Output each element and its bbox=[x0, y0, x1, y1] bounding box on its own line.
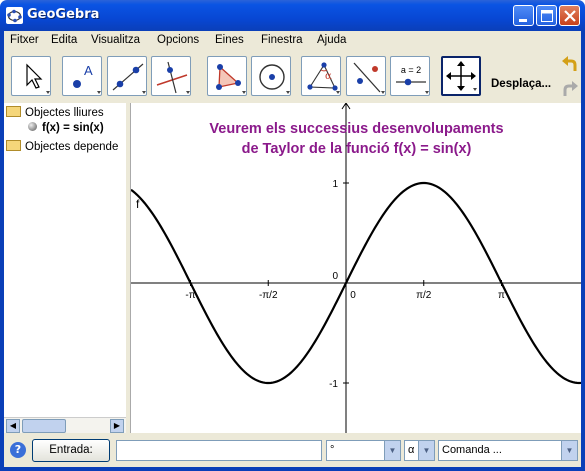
window-title: GeoGebra bbox=[27, 7, 100, 22]
arrow-pointer-icon bbox=[26, 63, 50, 94]
caption-line-1: Veurem els successius desenvolupaments bbox=[209, 121, 504, 137]
perpendicular-line-icon bbox=[156, 61, 190, 94]
menu-edit[interactable]: Edita bbox=[51, 34, 77, 46]
reflect-tool-button[interactable] bbox=[346, 56, 386, 96]
svg-text:A: A bbox=[84, 63, 93, 78]
slider-icon: a = 2 bbox=[396, 65, 429, 94]
input-label-button[interactable]: Entrada: bbox=[32, 439, 110, 462]
angle-icon: α bbox=[307, 62, 340, 94]
folder-icon bbox=[6, 106, 21, 117]
point-icon: A bbox=[73, 63, 101, 94]
input-bar: ? Entrada: ° ▼ α ▼ Comanda ... ▼ bbox=[0, 433, 585, 471]
menu-window[interactable]: Finestra bbox=[261, 34, 303, 46]
polygon-icon bbox=[216, 64, 246, 94]
x-tick-label: π/2 bbox=[416, 290, 432, 301]
redo-arrow-icon bbox=[563, 81, 578, 96]
move-tool-button[interactable] bbox=[11, 56, 51, 96]
curve-label: f bbox=[136, 197, 140, 211]
svg-text:a = 2: a = 2 bbox=[401, 65, 421, 75]
redo-button[interactable] bbox=[560, 81, 580, 99]
angle-tool-button[interactable]: α bbox=[301, 56, 341, 96]
y-tick-label: -1 bbox=[329, 379, 338, 390]
graphics-view[interactable]: -π -π/2 0 π/2 π 1 0 -1 f Veurem els successius … bbox=[130, 103, 581, 433]
geogebra-app-icon bbox=[6, 7, 23, 24]
move-graphics-view-tool-button[interactable] bbox=[441, 56, 481, 96]
line-through-points-icon bbox=[112, 63, 146, 94]
y-tick-label: 1 bbox=[332, 179, 338, 190]
caption-line-2: de Taylor de la funció f(x) = sin(x) bbox=[241, 141, 472, 157]
point-tool-button[interactable]: A bbox=[62, 56, 102, 96]
minimize-button[interactable] bbox=[513, 5, 534, 26]
menu-tools[interactable]: Eines bbox=[215, 34, 244, 46]
chevron-down-icon[interactable]: ▼ bbox=[561, 441, 577, 460]
x-tick-label: -π/2 bbox=[259, 290, 278, 301]
main-area: Objectes lliures f(x) = sin(x) Objectes … bbox=[0, 103, 585, 433]
title-bar[interactable]: GeoGebra bbox=[0, 0, 585, 31]
x-tick-label: π bbox=[498, 290, 505, 301]
current-mode-label: Desplaça... bbox=[491, 78, 552, 90]
line-tool-button[interactable] bbox=[107, 56, 147, 96]
scroll-left-icon[interactable]: ◀ bbox=[6, 419, 20, 433]
menu-bar: Fitxer Edita Visualitza Opcions Eines Fi… bbox=[0, 31, 585, 51]
algebra-horizontal-scrollbar[interactable]: ◀ ▶ bbox=[4, 417, 126, 433]
command-dropdown[interactable]: Comanda ... ▼ bbox=[438, 440, 578, 461]
algebra-view: Objectes lliures f(x) = sin(x) Objectes … bbox=[4, 103, 126, 417]
circle-icon bbox=[259, 64, 290, 94]
slider-tool-button[interactable]: a = 2 bbox=[390, 56, 430, 96]
chevron-down-icon[interactable]: ▼ bbox=[384, 441, 400, 460]
close-button[interactable] bbox=[559, 5, 580, 26]
svg-text:α: α bbox=[325, 71, 332, 82]
free-objects-folder[interactable]: Objectes lliures bbox=[6, 106, 104, 119]
help-icon[interactable]: ? bbox=[10, 442, 26, 458]
scroll-thumb[interactable] bbox=[22, 419, 66, 433]
reflect-about-line-icon bbox=[353, 62, 385, 94]
dependent-objects-folder[interactable]: Objectes depende bbox=[6, 140, 118, 153]
toolbar: A α a = 2 Desplaça... bbox=[0, 51, 585, 103]
menu-options[interactable]: Opcions bbox=[157, 34, 199, 46]
undo-button[interactable] bbox=[560, 56, 580, 74]
chevron-down-icon[interactable]: ▼ bbox=[418, 441, 434, 460]
perpendicular-tool-button[interactable] bbox=[151, 56, 191, 96]
greek-letter-dropdown[interactable]: α ▼ bbox=[404, 440, 435, 461]
maximize-button[interactable] bbox=[536, 5, 557, 26]
object-visibility-icon[interactable] bbox=[28, 122, 37, 131]
function-entry[interactable]: f(x) = sin(x) bbox=[28, 122, 104, 134]
folder-icon bbox=[6, 140, 21, 151]
circle-tool-button[interactable] bbox=[251, 56, 291, 96]
menu-view[interactable]: Visualitza bbox=[91, 34, 140, 46]
y-tick-label: 0 bbox=[332, 271, 338, 282]
move-cross-arrows-icon bbox=[446, 61, 477, 91]
menu-file[interactable]: Fitxer bbox=[10, 34, 39, 46]
x-tick-label: 0 bbox=[350, 290, 356, 301]
input-field[interactable] bbox=[116, 440, 322, 461]
scroll-right-icon[interactable]: ▶ bbox=[110, 419, 124, 433]
polygon-tool-button[interactable] bbox=[207, 56, 247, 96]
undo-arrow-icon bbox=[562, 56, 577, 71]
symbol-dropdown[interactable]: ° ▼ bbox=[326, 440, 401, 461]
menu-help[interactable]: Ajuda bbox=[317, 34, 346, 46]
